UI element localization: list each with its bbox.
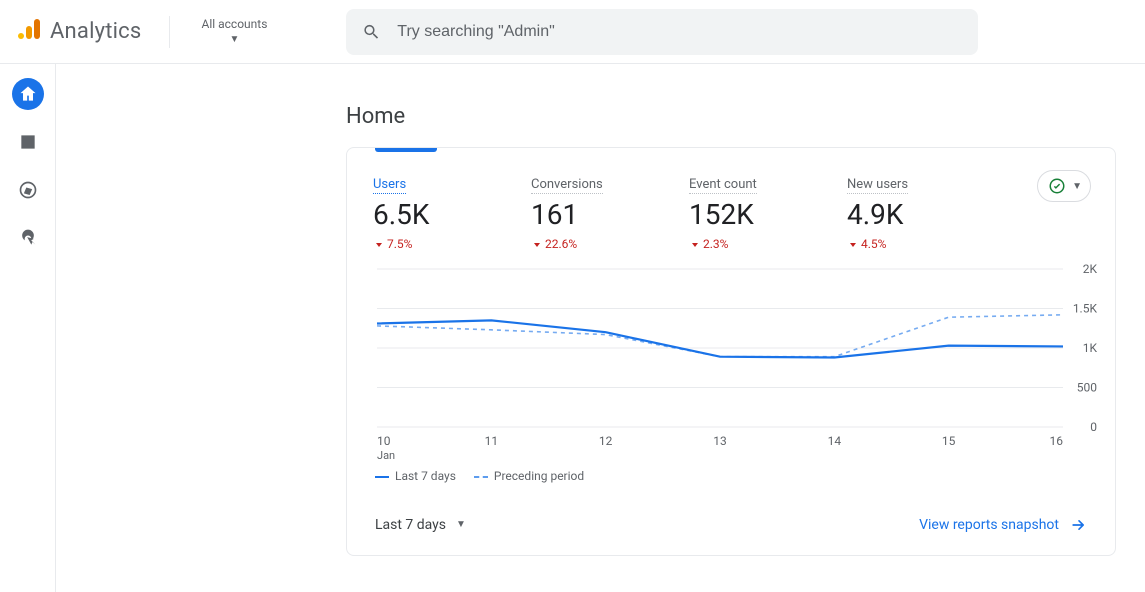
svg-text:11: 11 xyxy=(485,434,499,448)
analytics-logo-icon xyxy=(18,18,40,46)
card-footer: Last 7 days ▼ View reports snapshot xyxy=(373,511,1089,539)
metric-value: 4.9K xyxy=(847,200,1005,231)
metric-delta: 7.5% xyxy=(373,237,531,251)
page-title: Home xyxy=(346,104,1126,129)
metric-conversions[interactable]: Conversions 161 22.6% xyxy=(531,166,689,251)
caret-down-icon: ▼ xyxy=(1072,181,1082,192)
arrow-right-icon xyxy=(1069,515,1089,535)
nav-advertising[interactable] xyxy=(12,222,44,254)
metric-value: 161 xyxy=(531,200,689,231)
svg-text:1K: 1K xyxy=(1083,341,1098,355)
metric-delta: 22.6% xyxy=(531,237,689,251)
search-input[interactable] xyxy=(397,23,962,41)
svg-text:16: 16 xyxy=(1050,434,1064,448)
date-range-picker[interactable]: Last 7 days ▼ xyxy=(373,511,468,539)
status-pill[interactable]: ▼ xyxy=(1037,170,1091,202)
metrics-row: Users6.5K7.5%Conversions16122.6%Event co… xyxy=(373,166,1089,251)
svg-text:Jan: Jan xyxy=(377,449,395,462)
arrow-down-icon xyxy=(689,238,701,250)
bar-chart-icon xyxy=(18,132,38,152)
metric-delta: 2.3% xyxy=(689,237,847,251)
view-reports-snapshot-link[interactable]: View reports snapshot xyxy=(919,515,1089,535)
metric-value: 6.5K xyxy=(373,200,531,231)
svg-text:14: 14 xyxy=(828,434,842,448)
metric-event-count[interactable]: Event count 152K 2.3% xyxy=(689,166,847,251)
metric-label: New users xyxy=(847,177,908,194)
svg-text:2K: 2K xyxy=(1083,263,1098,276)
arrow-down-icon xyxy=(531,238,543,250)
home-icon xyxy=(18,84,38,104)
brand[interactable]: Analytics xyxy=(18,18,141,46)
metric-new-users[interactable]: New users 4.9K 4.5% xyxy=(847,166,1005,251)
metric-label: Event count xyxy=(689,177,757,194)
metric-value: 152K xyxy=(689,200,847,231)
svg-text:12: 12 xyxy=(599,434,613,448)
chart-legend: Last 7 days Preceding period xyxy=(373,469,1089,483)
svg-text:500: 500 xyxy=(1077,380,1097,394)
nav-reports[interactable] xyxy=(12,126,44,158)
metric-tab-indicator xyxy=(375,148,437,152)
metric-label: Conversions xyxy=(531,177,603,194)
legend-current: Last 7 days xyxy=(375,469,456,483)
svg-text:13: 13 xyxy=(713,434,727,448)
sidebar xyxy=(0,64,56,592)
account-label: All accounts xyxy=(201,17,267,31)
divider xyxy=(169,16,170,48)
nav-explore[interactable] xyxy=(12,174,44,206)
account-picker[interactable]: All accounts ▼ xyxy=(194,17,274,45)
app-header: Analytics All accounts ▼ xyxy=(0,0,1145,64)
arrow-down-icon xyxy=(373,238,385,250)
metric-delta: 4.5% xyxy=(847,237,1005,251)
svg-text:1.5K: 1.5K xyxy=(1073,301,1098,315)
svg-text:10: 10 xyxy=(377,434,391,448)
content: Home Users6.5K7.5%Conversions16122.6%Eve… xyxy=(56,64,1145,592)
svg-text:0: 0 xyxy=(1090,420,1097,434)
nav-home[interactable] xyxy=(12,78,44,110)
metric-users[interactable]: Users 6.5K 7.5% xyxy=(373,166,531,251)
snapshot-label: View reports snapshot xyxy=(919,517,1059,533)
search-icon xyxy=(362,22,381,42)
chart: 05001K1.5K2K10111213141516Jan xyxy=(373,263,1089,463)
range-label: Last 7 days xyxy=(375,517,446,533)
overview-card: Users6.5K7.5%Conversions16122.6%Event co… xyxy=(346,147,1116,556)
legend-previous: Preceding period xyxy=(474,469,584,483)
explore-icon xyxy=(18,180,38,200)
metric-label: Users xyxy=(373,177,406,194)
click-icon xyxy=(18,228,38,248)
arrow-down-icon xyxy=(847,238,859,250)
brand-title: Analytics xyxy=(50,19,141,44)
line-chart: 0 500 1K 1.5K 2K 10 11 12 13 14 15 16 Jan xyxy=(373,263,1103,463)
check-circle-icon xyxy=(1048,177,1066,195)
search-box[interactable] xyxy=(346,9,978,55)
caret-down-icon: ▼ xyxy=(230,34,240,46)
caret-down-icon: ▼ xyxy=(456,519,466,530)
svg-text:15: 15 xyxy=(942,434,956,448)
